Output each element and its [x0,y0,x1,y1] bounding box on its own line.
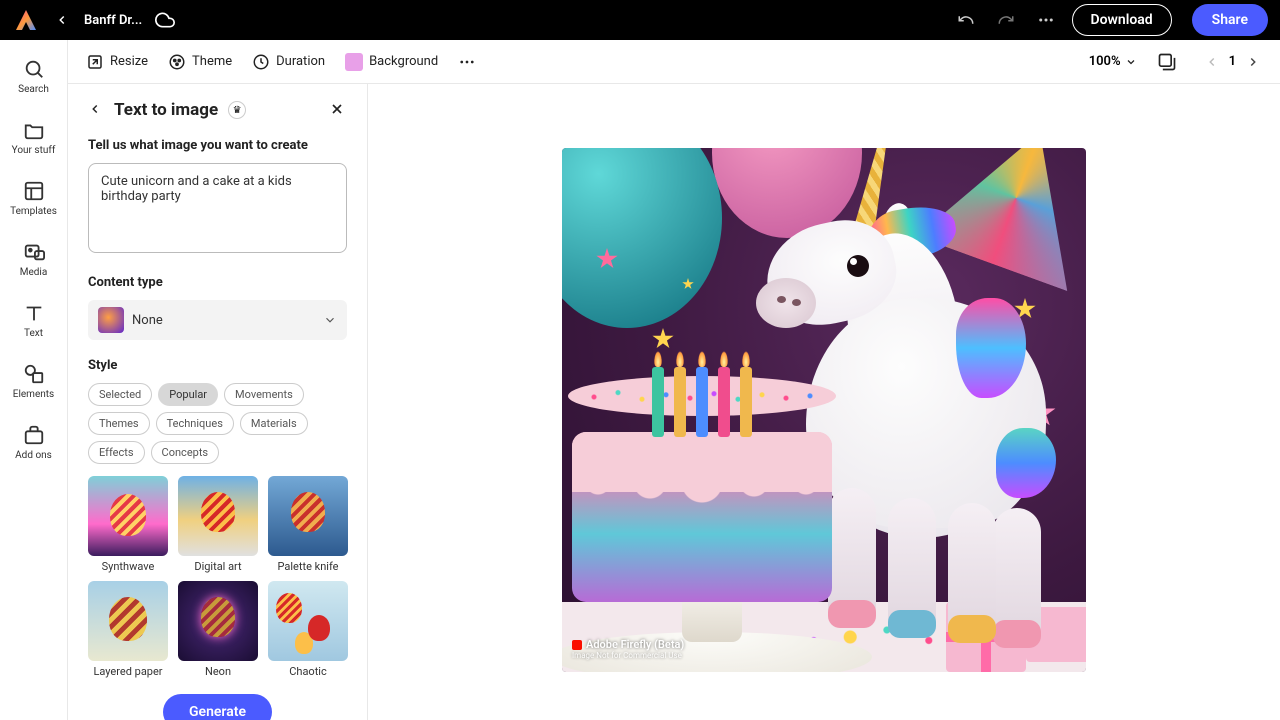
background-swatch [345,53,363,71]
rail-label: Media [20,267,48,278]
style-layered-paper[interactable]: Layered paper [88,581,168,678]
style-tab-popular[interactable]: Popular [158,383,218,406]
rail-templates[interactable]: Templates [0,172,67,225]
rail-media[interactable]: Media [0,233,67,286]
image-watermark: Adobe Firefly (Beta) Image Not for Comme… [572,638,684,660]
layers-button[interactable] [1157,52,1177,72]
style-thumb [268,581,348,661]
prompt-label: Tell us what image you want to create [88,138,347,153]
style-label: Style [88,358,347,373]
tool-label: Duration [276,54,325,69]
rail-elements[interactable]: Elements [0,355,67,408]
rail-label: Your stuff [12,145,56,156]
style-tab-materials[interactable]: Materials [240,412,308,435]
style-thumb [88,581,168,661]
tool-label: Background [369,54,438,69]
content-type-thumb [98,307,124,333]
generate-button[interactable]: Generate [163,694,272,720]
style-tab-effects[interactable]: Effects [88,441,145,464]
style-thumb [178,581,258,661]
style-thumb [88,476,168,556]
style-digital-art[interactable]: Digital art [178,476,258,573]
more-menu-button[interactable] [1032,6,1060,34]
rail-search[interactable]: Search [0,50,67,103]
rail-your-stuff[interactable]: Your stuff [0,111,67,164]
left-rail: Search Your stuff Templates Media Text E… [0,40,68,720]
style-section: Style Selected Popular Movements Themes … [88,358,347,720]
style-synthwave[interactable]: Synthwave [88,476,168,573]
panel-back-button[interactable] [88,102,104,118]
tool-more[interactable] [458,53,476,71]
style-chaotic[interactable]: Chaotic [268,581,348,678]
content-type-value: None [132,313,163,328]
content-type-select[interactable]: None [88,300,347,340]
style-thumb [268,476,348,556]
theme-icon [168,53,186,71]
rail-label: Search [18,84,49,95]
rail-label: Text [24,328,43,339]
redo-button[interactable] [992,6,1020,34]
rail-addons[interactable]: Add ons [0,416,67,469]
generated-image[interactable]: Adobe Firefly (Beta) Image Not for Comme… [562,148,1086,672]
tool-duration[interactable]: Duration [252,53,325,71]
style-thumb [178,476,258,556]
panel-close-button[interactable] [329,101,347,119]
style-grid: Synthwave Digital art Palette knife Laye… [88,476,347,678]
page-prev[interactable] [1203,53,1221,71]
resize-icon [86,53,104,71]
rail-label: Add ons [15,450,52,461]
style-neon[interactable]: Neon [178,581,258,678]
cloud-sync-icon[interactable] [154,9,176,31]
panel-header: Text to image ♛ [88,100,347,120]
share-button[interactable]: Share [1192,4,1268,36]
chevron-down-icon [1125,56,1137,68]
app-header: Banff Dr... Download Share [0,0,1280,40]
content-type-label: Content type [88,275,347,290]
undo-button[interactable] [952,6,980,34]
download-button[interactable]: Download [1072,4,1172,36]
page-navigation: 1 [1203,53,1262,71]
chevron-down-icon [323,313,337,327]
zoom-value: 100% [1089,54,1121,69]
rail-label: Templates [10,206,57,217]
panel-title: Text to image [114,100,218,120]
document-title[interactable]: Banff Dr... [84,13,142,28]
style-tab-techniques[interactable]: Techniques [156,412,234,435]
clock-icon [252,53,270,71]
style-tabs: Selected Popular Movements Themes Techni… [88,383,347,464]
rail-label: Elements [13,389,54,400]
prompt-input[interactable] [88,163,347,253]
style-tab-themes[interactable]: Themes [88,412,150,435]
app-logo[interactable] [12,6,40,34]
back-button[interactable] [52,10,72,30]
style-tab-movements[interactable]: Movements [224,383,304,406]
premium-icon: ♛ [228,101,246,119]
style-tab-concepts[interactable]: Concepts [151,441,220,464]
canvas-area[interactable]: Adobe Firefly (Beta) Image Not for Comme… [368,84,1280,720]
tool-resize[interactable]: Resize [86,53,148,71]
tool-label: Theme [192,54,232,69]
tool-theme[interactable]: Theme [168,53,232,71]
tool-label: Resize [110,54,148,69]
page-number: 1 [1229,54,1236,69]
page-next[interactable] [1244,53,1262,71]
text-to-image-panel: Text to image ♛ Tell us what image you w… [68,84,368,720]
tool-background[interactable]: Background [345,53,438,71]
content-type-section: Content type None [88,275,347,340]
canvas-toolbar: Resize Theme Duration Background 100% 1 [68,40,1280,84]
zoom-control[interactable]: 100% [1089,54,1137,69]
rail-text[interactable]: Text [0,294,67,347]
style-palette-knife[interactable]: Palette knife [268,476,348,573]
style-tab-selected[interactable]: Selected [88,383,152,406]
